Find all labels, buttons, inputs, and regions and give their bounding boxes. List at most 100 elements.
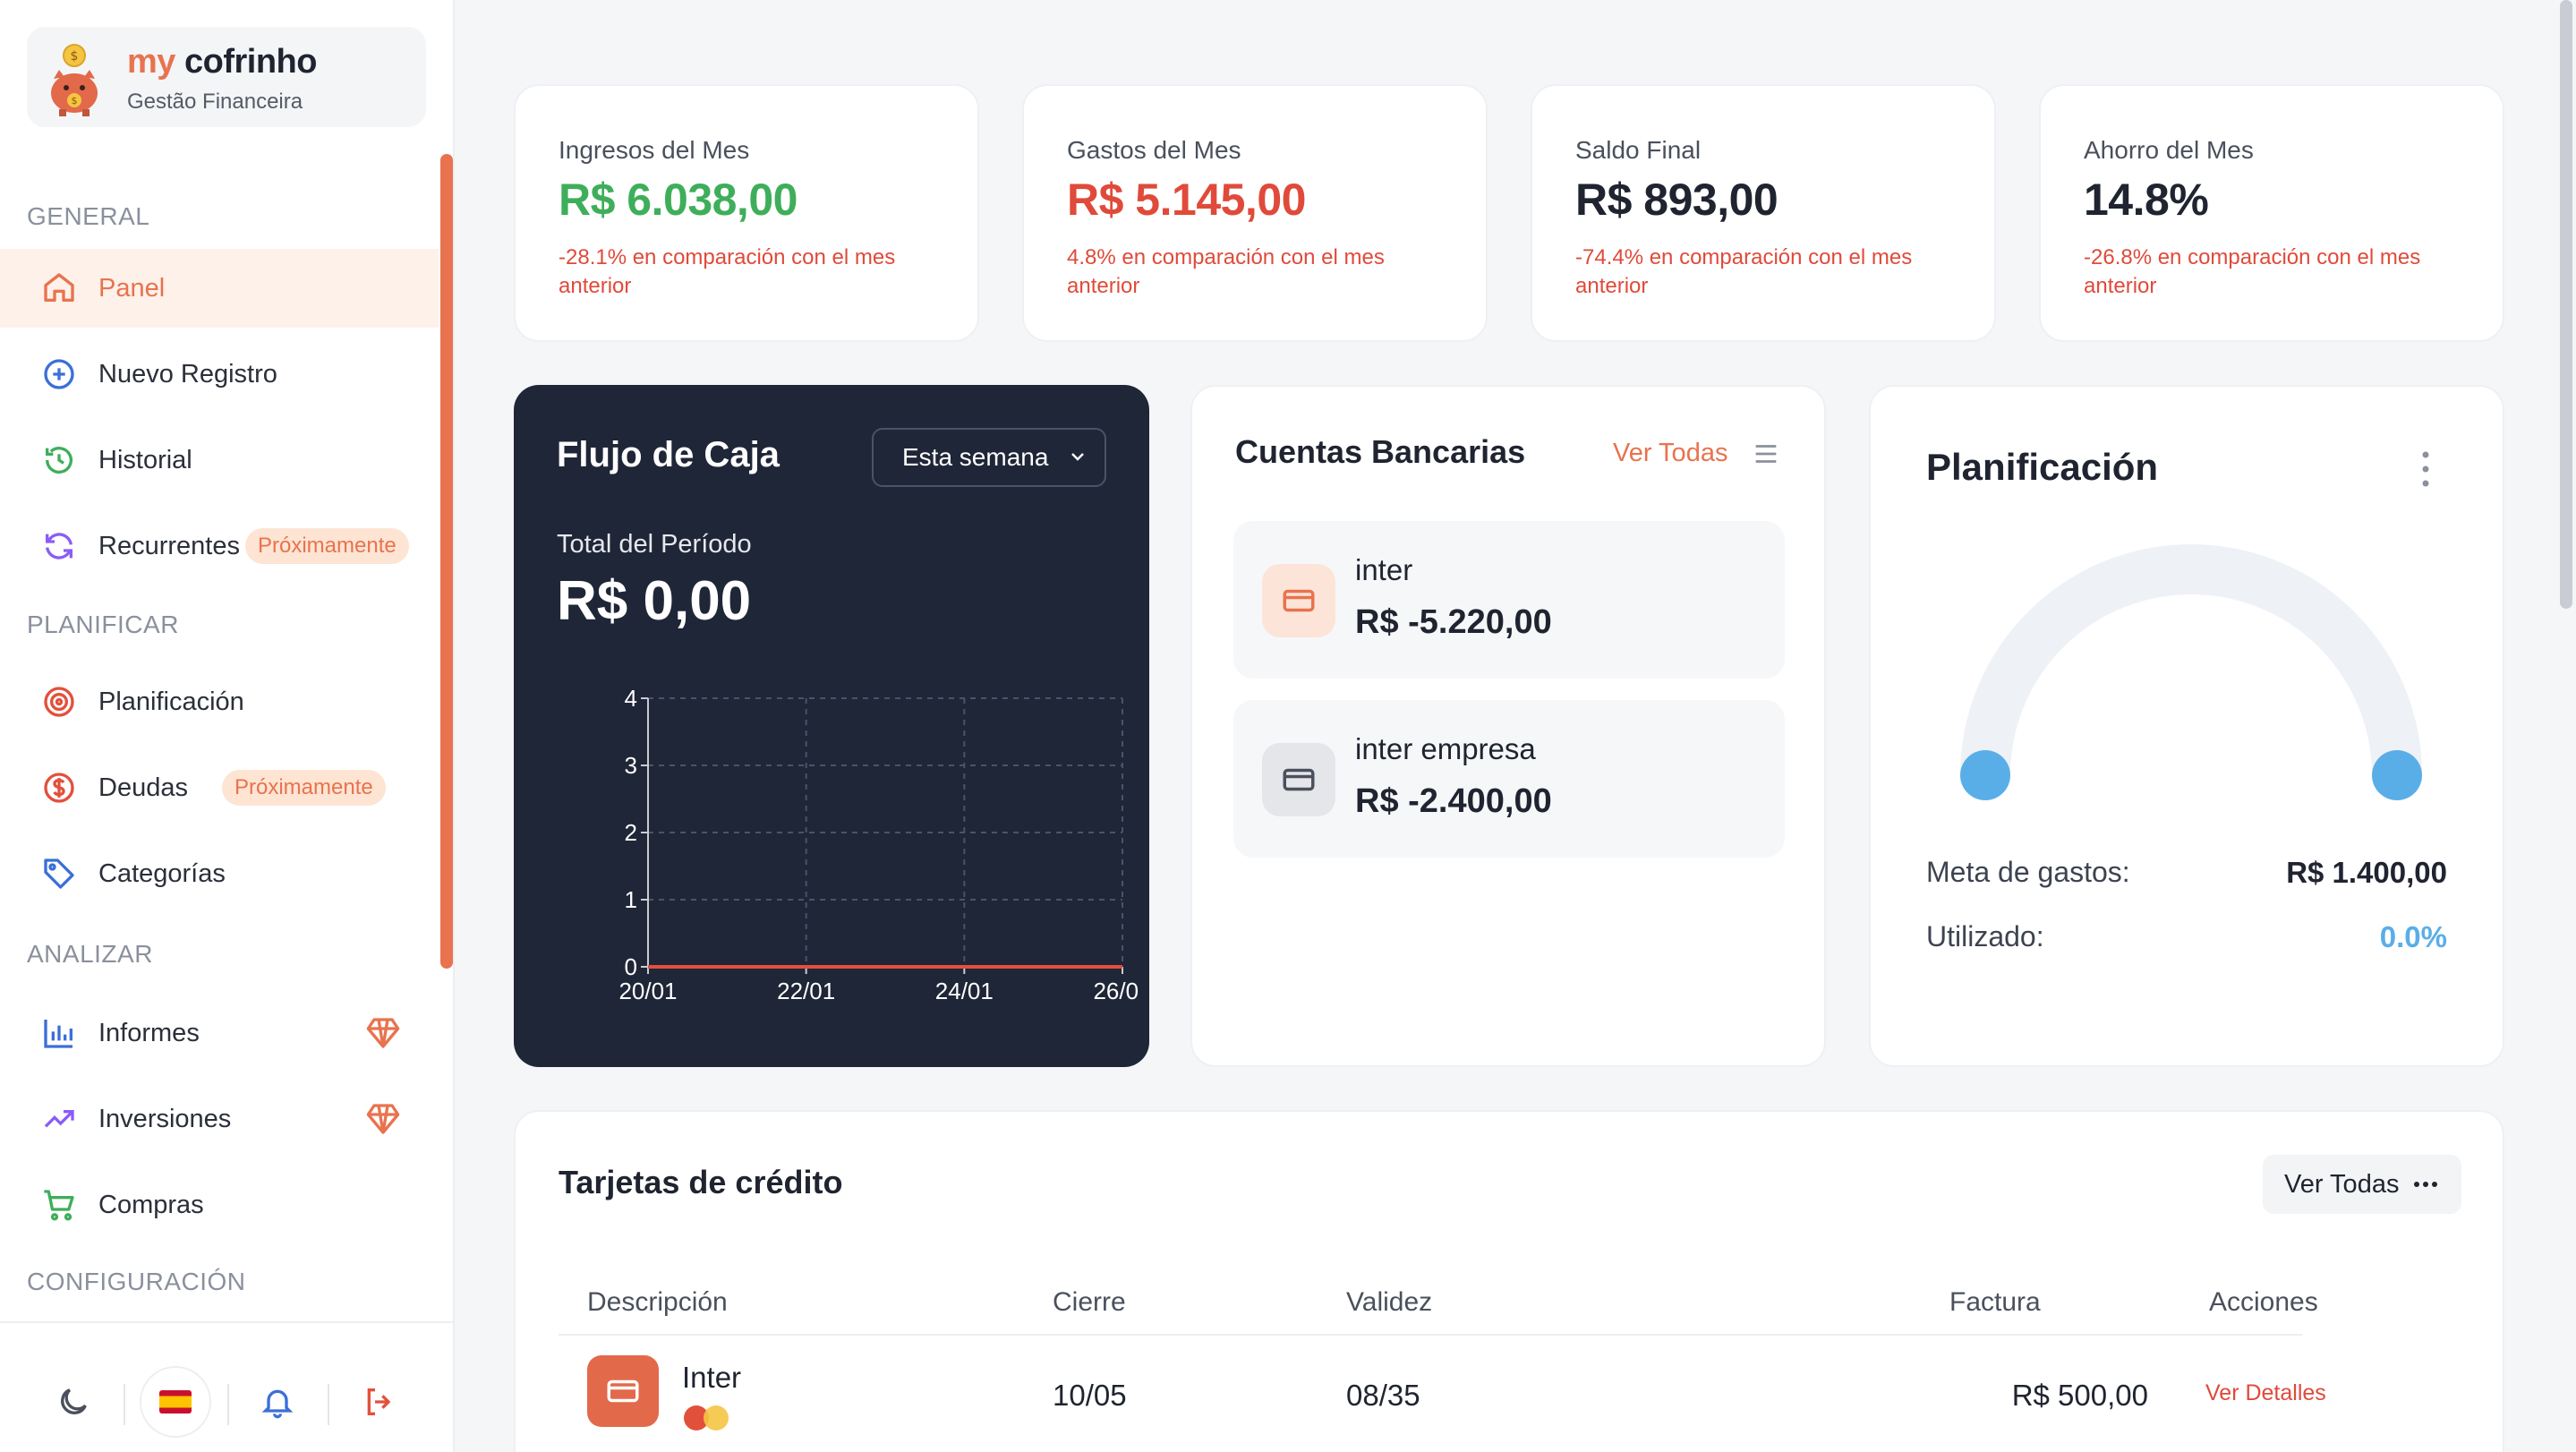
account-balance: R$ -2.400,00 <box>1355 782 1552 820</box>
notifications-button[interactable] <box>242 1366 313 1438</box>
stat-value: 14.8% <box>2084 175 2209 225</box>
sidebar-item-new-record[interactable]: Nuevo Registro <box>0 335 439 414</box>
sidebar-item-label: Compras <box>98 1190 204 1219</box>
gauge-track <box>1960 544 2422 776</box>
sidebar-item-label: Inversiones <box>98 1104 232 1133</box>
page-scrollbar[interactable] <box>2560 0 2572 609</box>
svg-text:$: $ <box>72 95 78 107</box>
shopping-cart-icon <box>39 1185 79 1225</box>
period-total-value: R$ 0,00 <box>557 570 752 632</box>
sidebar-item-reports[interactable]: Informes <box>0 994 439 1072</box>
svg-text:$: $ <box>71 49 79 64</box>
tag-icon <box>39 854 79 893</box>
stat-title: Ahorro del Mes <box>2084 136 2254 164</box>
plus-circle-icon <box>39 354 79 394</box>
sidebar-item-label: Panel <box>98 273 166 303</box>
sidebar-item-panel[interactable]: Panel <box>0 249 439 328</box>
sidebar-item-purchases[interactable]: Compras <box>0 1166 439 1244</box>
logout-button[interactable] <box>344 1366 415 1438</box>
sidebar-scrollbar[interactable] <box>440 154 453 969</box>
view-details-link[interactable]: Ver Detalles <box>2205 1380 2326 1406</box>
cash-flow-title: Flujo de Caja <box>557 435 780 474</box>
flag-icon <box>140 1366 211 1438</box>
view-all-cards-button[interactable]: Ver Todas <box>2263 1155 2461 1214</box>
x-tick-label: 22/01 <box>777 978 835 1004</box>
more-vertical-icon[interactable] <box>2417 449 2435 489</box>
moon-icon <box>61 1388 87 1414</box>
footer-divider <box>124 1384 125 1425</box>
column-header-invoice: Factura <box>1949 1287 2041 1317</box>
premium-gem-icon <box>366 1018 400 1048</box>
sidebar-item-recurring[interactable]: Recurrentes Próximamente <box>0 507 439 585</box>
view-all-accounts-link[interactable]: Ver Todas <box>1613 439 1727 468</box>
period-select[interactable]: Esta semana <box>872 428 1106 487</box>
sidebar-item-label: Nuevo Registro <box>98 359 277 389</box>
stat-title: Saldo Final <box>1575 136 1702 164</box>
card-name: Inter <box>682 1361 742 1394</box>
column-header-closing: Cierre <box>1053 1287 1126 1317</box>
sidebar-item-history[interactable]: Historial <box>0 421 439 500</box>
language-button[interactable] <box>140 1366 211 1438</box>
credit-card-icon <box>587 1355 659 1427</box>
gauge-start-knob <box>1960 750 2010 800</box>
dark-mode-toggle[interactable] <box>38 1366 109 1438</box>
brand-subtitle: Gestão Financeira <box>127 90 303 114</box>
column-header-validity: Validez <box>1346 1287 1433 1317</box>
account-balance: R$ -5.220,00 <box>1355 603 1552 641</box>
sidebar-footer <box>0 1321 455 1452</box>
stat-comparison: -74.4% en comparación con el mes anterio… <box>1575 245 1913 298</box>
stat-title: Ingresos del Mes <box>559 136 750 164</box>
premium-gem-icon <box>366 1104 400 1134</box>
sidebar: $ $ my cofrinho Gestão Financeira GENERA… <box>0 0 455 1452</box>
stat-value: R$ 5.145,00 <box>1067 175 1306 225</box>
spain-flag-icon <box>159 1390 192 1414</box>
history-icon <box>39 440 79 480</box>
used-label: Utilizado: <box>1926 920 2044 952</box>
used-value: 0.0% <box>2379 920 2447 953</box>
stat-card-expenses: Gastos del Mes R$ 5.145,00 4.8% en compa… <box>1022 84 1488 342</box>
column-header-actions: Acciones <box>2209 1287 2318 1317</box>
planning-card: Planificación Meta de gastos: R$ 1.400,0… <box>1869 385 2504 1067</box>
sidebar-item-planning[interactable]: Planificación <box>0 662 439 741</box>
sidebar-item-label: Informes <box>98 1018 200 1047</box>
bar-chart-icon <box>39 1013 79 1053</box>
coming-soon-badge: Próximamente <box>245 528 409 564</box>
column-header-description: Descripción <box>587 1287 728 1317</box>
sidebar-item-investments[interactable]: Inversiones <box>0 1080 439 1158</box>
account-item[interactable]: inter R$ -5.220,00 <box>1233 521 1785 679</box>
y-tick-label: 3 <box>625 752 637 779</box>
account-name: inter empresa <box>1355 732 1536 765</box>
account-item[interactable]: inter empresa R$ -2.400,00 <box>1233 700 1785 858</box>
spending-gauge <box>1960 544 2422 800</box>
planning-title: Planificación <box>1926 446 2159 488</box>
bank-accounts-card: Cuentas Bancarias Ver Todas inter R$ -5.… <box>1190 385 1826 1067</box>
section-analyze: ANALIZAR <box>27 940 153 968</box>
goal-label: Meta de gastos: <box>1926 856 2130 888</box>
y-tick-label: 2 <box>625 819 637 846</box>
y-tick-label: 4 <box>625 685 637 712</box>
period-select-value: Esta semana <box>902 443 1049 471</box>
piggy-bank-icon: $ $ <box>51 44 98 116</box>
chevron-down-icon <box>1071 453 1084 461</box>
sidebar-item-categories[interactable]: Categorías <box>0 834 439 913</box>
cash-flow-chart: 0 1 2 3 4 20/01 22/01 24/01 26/01 <box>618 685 1140 1004</box>
goal-value: R$ 1.400,00 <box>2286 856 2447 889</box>
stat-comparison: -28.1% en comparación con el mes anterio… <box>559 245 896 298</box>
credit-card-icon <box>1262 564 1335 637</box>
dollar-circle-icon <box>39 768 79 807</box>
menu-icon[interactable] <box>1751 439 1781 469</box>
sidebar-item-label: Historial <box>98 445 192 474</box>
stat-value: R$ 893,00 <box>1575 175 1778 225</box>
table-header-divider <box>559 1334 2302 1336</box>
sidebar-item-label: Planificación <box>98 687 244 716</box>
card-validity: 08/35 <box>1346 1379 1420 1412</box>
sidebar-item-debts[interactable]: Deudas Próximamente <box>0 748 439 827</box>
cash-flow-card: Flujo de Caja Esta semana Total del Perí… <box>514 385 1149 1067</box>
stat-card-income: Ingresos del Mes R$ 6.038,00 -28.1% en c… <box>514 84 979 342</box>
stat-value: R$ 6.038,00 <box>559 175 798 225</box>
bell-icon <box>261 1389 294 1419</box>
card-invoice: R$ 500,00 <box>2011 1379 2148 1412</box>
account-name: inter <box>1355 553 1413 586</box>
brand-logo-card[interactable]: $ $ my cofrinho Gestão Financeira <box>27 27 426 127</box>
stat-comparison: -26.8% en comparación con el mes anterio… <box>2084 245 2421 298</box>
